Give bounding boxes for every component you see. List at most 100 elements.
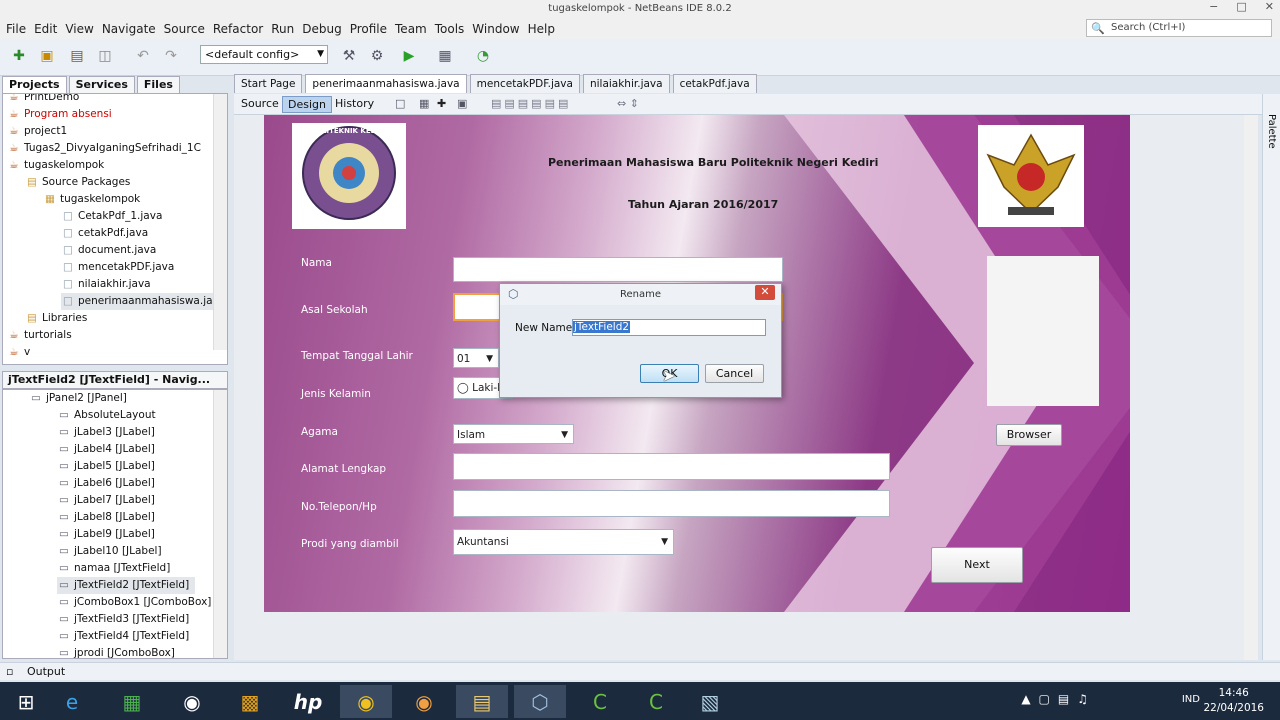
close-button[interactable]: ✕	[1265, 0, 1274, 18]
profile-icon[interactable]: ◔	[472, 45, 494, 67]
project-tree-item[interactable]: □ cetakPdf.java	[61, 225, 148, 242]
notes-app-icon[interactable]: ▧	[684, 685, 736, 718]
undo-icon[interactable]: ↶	[132, 45, 154, 67]
navigator-item[interactable]: ▭ jLabel7 [JLabel]	[57, 492, 155, 509]
save-all-icon[interactable]: ◫	[94, 45, 116, 67]
selection-mode-icon[interactable]: □	[390, 96, 410, 113]
project-tree-item[interactable]: ☕ PrintDemo	[7, 94, 79, 106]
project-tree-item[interactable]: □ CetakPdf_1.java	[61, 208, 162, 225]
project-tree-item[interactable]: □ document.java	[61, 242, 156, 259]
menu-view[interactable]: View	[61, 22, 97, 36]
new-name-field[interactable]: jTextField2	[572, 319, 766, 336]
menu-navigate[interactable]: Navigate	[98, 22, 160, 36]
project-tree-item[interactable]: ☕ Program absensi	[7, 106, 111, 123]
navigator-item[interactable]: ▭ jLabel6 [JLabel]	[57, 475, 155, 492]
navigator-scrollbar[interactable]	[213, 390, 227, 658]
dialog-close-button[interactable]: ✕	[755, 285, 775, 300]
menu-run[interactable]: Run	[267, 22, 298, 36]
start-windows-icon[interactable]: ⊞	[0, 685, 52, 718]
project-tree-item[interactable]: ▦ tugaskelompok	[43, 191, 140, 208]
navigator-item[interactable]: ▭ jTextField2 [JTextField]	[57, 577, 196, 594]
maximize-button[interactable]: □	[1236, 0, 1246, 18]
code-app-icon[interactable]: C	[630, 685, 682, 718]
source-mode-button[interactable]: Source	[236, 96, 284, 113]
redo-icon[interactable]: ↷	[160, 45, 182, 67]
project-tree-item[interactable]: ☕ tugaskelompok	[7, 157, 104, 174]
new-project-icon[interactable]: ▣	[36, 45, 58, 67]
run-icon[interactable]: ▶	[398, 45, 420, 67]
media-player-icon[interactable]: ◉	[166, 685, 218, 718]
build-hammer-icon[interactable]: ⚒	[338, 45, 360, 67]
tray-icons[interactable]: ▲▢▤♫	[1021, 692, 1096, 706]
navigator-item[interactable]: ▭ jComboBox1 [JComboBox]	[57, 594, 211, 611]
alamat-field[interactable]	[453, 453, 890, 480]
browse-button[interactable]: Browser	[996, 424, 1062, 446]
project-tree-item[interactable]: ☕ Tugas2_DivyaIganingSefrihadi_1C	[7, 140, 201, 157]
project-tree-item[interactable]: ☕ turtorials	[7, 327, 71, 344]
tab-projects[interactable]: Projects	[2, 76, 67, 93]
menu-source[interactable]: Source	[160, 22, 209, 36]
navigator-item[interactable]: ▭ jLabel4 [JLabel]	[57, 441, 155, 458]
language-indicator[interactable]: IND	[1182, 694, 1200, 705]
project-tree-item[interactable]: ▤ Source Packages	[25, 174, 130, 191]
navigator-item[interactable]: ▭ jLabel8 [JLabel]	[57, 509, 155, 526]
netbeans-icon[interactable]: ⬡	[514, 685, 566, 718]
navigator-item[interactable]: ▭ jTextField3 [JTextField]	[57, 611, 189, 628]
file-explorer-icon[interactable]: ▤	[456, 685, 508, 718]
menu-file[interactable]: File	[2, 22, 30, 36]
design-mode-button[interactable]: Design	[282, 96, 332, 113]
project-tree-item[interactable]: □ nilaiakhir.java	[61, 276, 151, 293]
ttl-day-select[interactable]: 01 ▼	[453, 348, 499, 368]
debug-icon[interactable]: ▦	[434, 45, 456, 67]
tab-services[interactable]: Services	[68, 76, 135, 93]
palette-strip[interactable]: Palette	[1262, 94, 1280, 660]
menu-help[interactable]: Help	[524, 22, 559, 36]
menu-team[interactable]: Team	[391, 22, 431, 36]
navigator-item[interactable]: ▭ namaa [JTextField]	[57, 560, 170, 577]
menu-window[interactable]: Window	[468, 22, 523, 36]
chrome-icon[interactable]: ◉	[340, 685, 392, 718]
editor-scrollbar[interactable]	[1244, 115, 1258, 660]
project-tree-item[interactable]: ▤ Libraries	[25, 310, 87, 327]
navigator-item[interactable]: ▭ AbsoluteLayout	[57, 407, 156, 424]
search-input[interactable]: 🔍 Search (Ctrl+I)	[1086, 19, 1272, 37]
codeblocks-icon[interactable]: C	[574, 685, 626, 718]
tab-nilaiakhir[interactable]: nilaiakhir.java	[582, 74, 670, 93]
navigator-item[interactable]: ▭ jLabel9 [JLabel]	[57, 526, 155, 543]
tab-mencetakpdf[interactable]: mencetakPDF.java	[469, 74, 580, 93]
cancel-button[interactable]: Cancel	[705, 364, 764, 383]
next-button[interactable]: Next	[931, 547, 1023, 583]
clean-build-icon[interactable]: ⚙	[366, 45, 388, 67]
preview-icon[interactable]: ▣	[452, 96, 472, 113]
navigator-item[interactable]: ▭ jPanel2 [JPanel]	[29, 390, 127, 407]
tab-cetakpdf[interactable]: cetakPdf.java	[672, 74, 757, 93]
internet-explorer-icon[interactable]: e	[46, 685, 98, 718]
tab-start-page[interactable]: Start Page	[234, 74, 303, 93]
telepon-field[interactable]	[453, 490, 890, 517]
project-tree-item[interactable]: ☕ v	[7, 344, 30, 361]
project-tree-item[interactable]: □ penerimaanmahasiswa.ja	[61, 293, 219, 310]
tab-files[interactable]: Files	[136, 76, 180, 93]
menu-profile[interactable]: Profile	[346, 22, 391, 36]
navigator-item[interactable]: ▭ jprodi [JComboBox]	[57, 645, 175, 658]
agama-select[interactable]: Islam ▼	[453, 424, 574, 444]
restore-icon[interactable]: ▫	[0, 665, 13, 678]
navigator-item[interactable]: ▭ jLabel5 [JLabel]	[57, 458, 155, 475]
hp-icon[interactable]: hp	[282, 685, 334, 718]
output-tab[interactable]: Output	[17, 665, 65, 678]
nama-field[interactable]	[453, 257, 783, 282]
menu-edit[interactable]: Edit	[30, 22, 61, 36]
paint-app-icon[interactable]: ▩	[224, 685, 276, 718]
navigator-item[interactable]: ▭ jLabel3 [JLabel]	[57, 424, 155, 441]
navigator-item[interactable]: ▭ jTextField4 [JTextField]	[57, 628, 189, 645]
new-file-icon[interactable]: ✚	[8, 45, 30, 67]
history-mode-button[interactable]: History	[330, 96, 379, 113]
project-tree-scrollbar[interactable]	[213, 94, 227, 350]
resize-icons[interactable]: ⇔ ⇕	[612, 96, 644, 113]
open-project-icon[interactable]: ▤	[66, 45, 88, 67]
config-select[interactable]: <default config> ▼	[200, 45, 328, 64]
project-tree-item[interactable]: ☕ project1	[7, 123, 67, 140]
prodi-select[interactable]: Akuntansi ▼	[453, 529, 674, 555]
navigator-item[interactable]: ▭ jLabel10 [JLabel]	[57, 543, 162, 560]
menu-debug[interactable]: Debug	[298, 22, 345, 36]
